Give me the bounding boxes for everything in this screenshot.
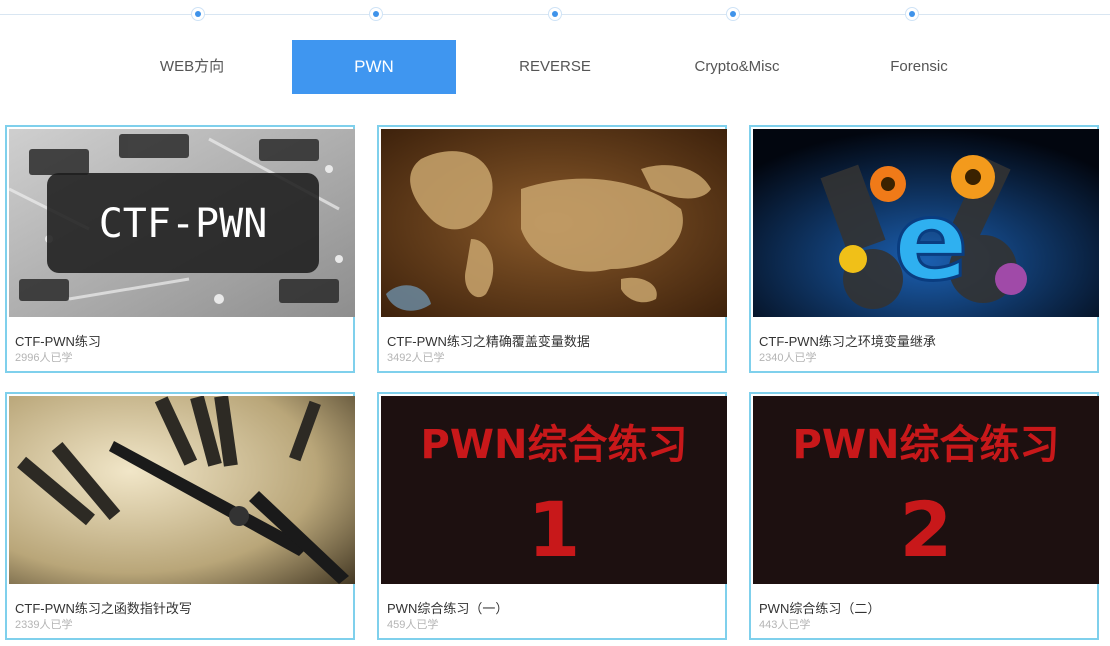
- course-card[interactable]: CTF-PWN练习之函数指针改写 2339人已学: [5, 392, 355, 640]
- step-timeline: [0, 0, 1110, 32]
- tab-forensic[interactable]: Forensic: [837, 40, 1001, 94]
- course-thumbnail-ie-logo: e: [753, 129, 1099, 317]
- learner-count: 2339人已学: [15, 619, 73, 631]
- course-thumbnail-pwn-1: PWN综合练习 1: [381, 396, 727, 584]
- tab-pwn[interactable]: PWN: [292, 40, 456, 94]
- browser-logo-image: e: [753, 129, 1099, 317]
- clock-face-image: [9, 396, 355, 584]
- category-tabs: WEB方向 PWN REVERSE Crypto&Misc Forensic: [0, 40, 1110, 94]
- poster-number: 2: [900, 485, 953, 574]
- learner-count: 2340人已学: [759, 352, 817, 364]
- thumbnail-title: CTF-PWN: [99, 201, 268, 247]
- course-card[interactable]: CTF-PWN CTF-PWN练习 2996人已学: [5, 125, 355, 373]
- timeline-dot-1[interactable]: [191, 7, 205, 21]
- learner-count: 2996人已学: [15, 352, 73, 364]
- antique-map-image: [381, 129, 727, 317]
- course-title[interactable]: CTF-PWN练习: [15, 331, 101, 350]
- learner-count: 459人已学: [387, 619, 439, 631]
- poster-title: PWN综合练习: [793, 422, 1060, 468]
- course-title[interactable]: CTF-PWN练习之函数指针改写: [15, 598, 192, 617]
- course-card[interactable]: PWN综合练习 2 PWN综合练习（二） 443人已学: [749, 392, 1099, 640]
- course-card[interactable]: PWN综合练习 1 PWN综合练习（一） 459人已学: [377, 392, 727, 640]
- timeline-dot-4[interactable]: [726, 7, 740, 21]
- learner-count: 3492人已学: [387, 352, 445, 364]
- timeline-dot-2[interactable]: [369, 7, 383, 21]
- course-title[interactable]: PWN综合练习（二）: [759, 598, 880, 617]
- course-title[interactable]: CTF-PWN练习之精确覆盖变量数据: [387, 331, 590, 350]
- course-thumbnail-circuit: CTF-PWN: [9, 129, 355, 317]
- course-card[interactable]: e CTF-PWN练习之环境变量继承 2340人已学: [749, 125, 1099, 373]
- course-title[interactable]: PWN综合练习（一）: [387, 598, 508, 617]
- course-card[interactable]: CTF-PWN练习之精确覆盖变量数据 3492人已学: [377, 125, 727, 373]
- tab-crypto-misc[interactable]: Crypto&Misc: [655, 40, 819, 94]
- tab-reverse[interactable]: REVERSE: [473, 40, 637, 94]
- pwn-poster-image: PWN综合练习 1: [381, 396, 727, 584]
- course-title[interactable]: CTF-PWN练习之环境变量继承: [759, 331, 936, 350]
- learner-count: 443人已学: [759, 619, 811, 631]
- timeline-dot-5[interactable]: [905, 7, 919, 21]
- course-thumbnail-pwn-2: PWN综合练习 2: [753, 396, 1099, 584]
- course-thumbnail-map: [381, 129, 727, 317]
- poster-number: 1: [528, 485, 581, 574]
- course-thumbnail-clock: [9, 396, 355, 584]
- pwn-poster-image: PWN综合练习 2: [753, 396, 1099, 584]
- ie-logo-letter: e: [894, 177, 969, 305]
- tab-web[interactable]: WEB方向: [110, 40, 274, 94]
- timeline-dot-3[interactable]: [548, 7, 562, 21]
- poster-title: PWN综合练习: [421, 422, 688, 468]
- circuit-board-image: CTF-PWN: [9, 129, 355, 317]
